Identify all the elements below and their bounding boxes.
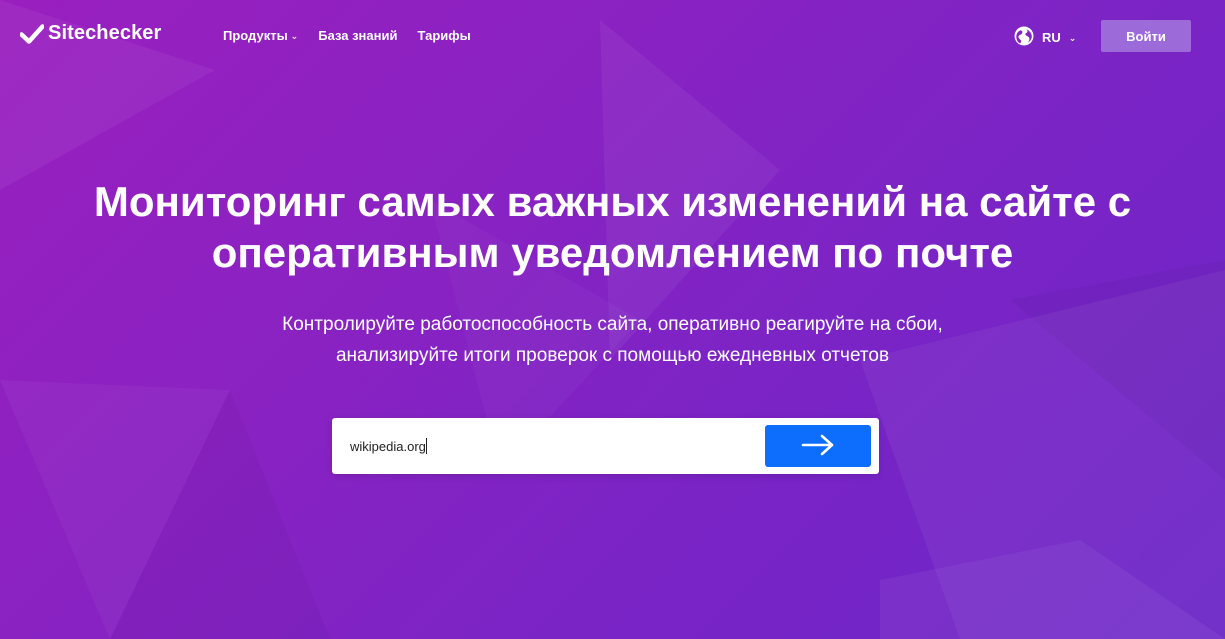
nav-knowledge-base[interactable]: База знаний bbox=[318, 28, 397, 43]
hero-subtitle-line-2: анализируйте итоги проверок с помощью еж… bbox=[335, 345, 890, 366]
globe-icon bbox=[1014, 26, 1034, 49]
hero-subtitle-line-1: Контролируйте работоспособность сайта, о… bbox=[282, 314, 943, 335]
language-label: RU bbox=[1042, 30, 1061, 45]
hero-title: Мониторинг самых важных изменений на сай… bbox=[40, 176, 1185, 278]
nav-products-label: Продукты bbox=[223, 28, 288, 43]
checkmark-icon bbox=[20, 23, 44, 45]
submit-button[interactable] bbox=[765, 425, 871, 467]
hero-subtitle: Контролируйте работоспособность сайта, о… bbox=[110, 309, 1115, 371]
url-input[interactable] bbox=[350, 435, 750, 457]
hero-title-line-1: Мониторинг самых важных изменений на сай… bbox=[93, 178, 1132, 225]
logo-text: Sitechecker bbox=[48, 22, 162, 44]
language-selector[interactable]: RU ⌄ bbox=[1014, 26, 1076, 49]
nav-pricing-label: Тарифы bbox=[417, 28, 471, 43]
nav-pricing[interactable]: Тарифы bbox=[417, 28, 470, 43]
login-button[interactable]: Войти bbox=[1101, 20, 1191, 52]
nav-products[interactable]: Продукты ⌄ bbox=[223, 28, 298, 43]
url-search-form bbox=[332, 418, 879, 474]
main-nav: Продукты ⌄ База знаний Тарифы bbox=[223, 28, 471, 43]
hero-title-line-2: оперативным уведомлением по почте bbox=[211, 229, 1014, 276]
nav-knowledge-base-label: База знаний bbox=[318, 28, 398, 43]
text-cursor bbox=[426, 438, 427, 454]
arrow-right-icon bbox=[801, 434, 835, 459]
chevron-down-icon: ⌄ bbox=[1068, 33, 1077, 43]
top-navigation: Sitechecker Продукты ⌄ База знаний Тариф… bbox=[0, 0, 1225, 72]
chevron-down-icon: ⌄ bbox=[290, 31, 299, 41]
logo[interactable]: Sitechecker bbox=[20, 22, 161, 45]
